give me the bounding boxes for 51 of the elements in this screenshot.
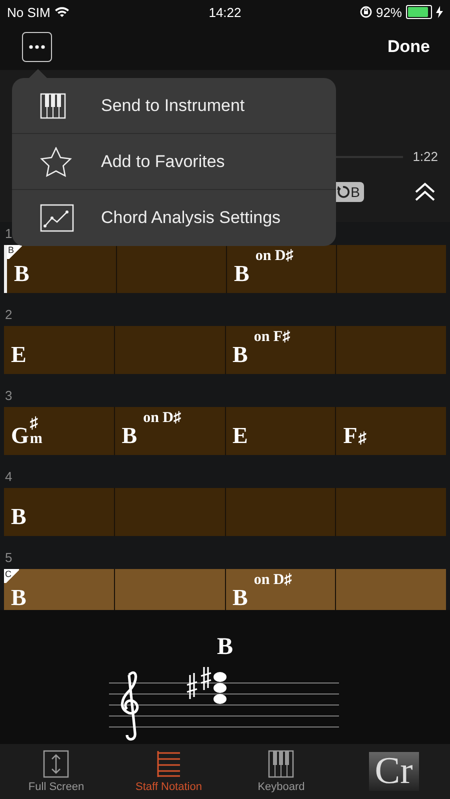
battery-percent: 92%: [376, 4, 402, 20]
graph-icon: [40, 204, 74, 232]
keyboard-icon: [40, 92, 66, 118]
chord-cell[interactable]: [114, 488, 224, 536]
chord-cell[interactable]: E: [226, 407, 336, 455]
battery-icon: [406, 5, 432, 19]
chord-name: B: [216, 634, 233, 661]
chord-cell[interactable]: B on D♯: [114, 407, 224, 455]
chord-cell[interactable]: F♯: [336, 407, 446, 455]
done-button[interactable]: Done: [388, 37, 430, 57]
measure-number: 2: [4, 306, 14, 324]
rotation-lock-icon: [360, 6, 372, 18]
measure-number: 3: [4, 387, 14, 405]
star-icon: [40, 146, 72, 176]
measure-number: 4: [4, 468, 14, 486]
chord-cell[interactable]: B on F♯: [226, 326, 336, 374]
measure-number: 5: [4, 549, 14, 567]
chord-chart-icon: Cr: [368, 752, 419, 792]
tab[interactable]: Staff Notation: [112, 744, 225, 799]
measure-number: 1: [4, 225, 14, 243]
menu-item[interactable]: Send to Instrument: [12, 78, 336, 134]
tab[interactable]: Keyboard: [225, 744, 338, 799]
chord-cell[interactable]: B on D♯: [226, 569, 336, 610]
chord-cell[interactable]: [117, 245, 226, 293]
chord-cell[interactable]: [336, 569, 446, 610]
collapse-icon[interactable]: [414, 182, 436, 202]
chord-cell[interactable]: E: [4, 326, 114, 374]
staff-lines-icon: [156, 750, 182, 778]
chord-cell[interactable]: [226, 488, 336, 536]
charging-icon: [436, 6, 443, 18]
expand-icon: [43, 750, 70, 778]
chord-cell[interactable]: B on D♯: [227, 245, 336, 293]
chord-cell[interactable]: [114, 569, 224, 610]
more-button[interactable]: [22, 32, 52, 62]
loop-icon: [336, 185, 350, 199]
menu-item[interactable]: Add to Favorites: [12, 134, 336, 190]
tab[interactable]: Cr: [338, 744, 450, 799]
keyboard-icon: [268, 750, 294, 778]
duration-text: 1:22: [412, 149, 438, 164]
chord-cell[interactable]: [114, 326, 224, 374]
chord-cell[interactable]: B: [4, 488, 114, 536]
more-icon: [29, 45, 45, 49]
section-marker: C: [4, 569, 19, 583]
chord-cell[interactable]: [336, 326, 446, 374]
wifi-icon: [54, 6, 70, 18]
chord-cell[interactable]: [336, 488, 446, 536]
section-marker: B: [7, 245, 22, 259]
tab[interactable]: Full Screen: [0, 744, 112, 799]
clock-text: 14:22: [208, 4, 242, 20]
carrier-text: No SIM: [7, 4, 50, 20]
chord-cell[interactable]: [337, 245, 446, 293]
